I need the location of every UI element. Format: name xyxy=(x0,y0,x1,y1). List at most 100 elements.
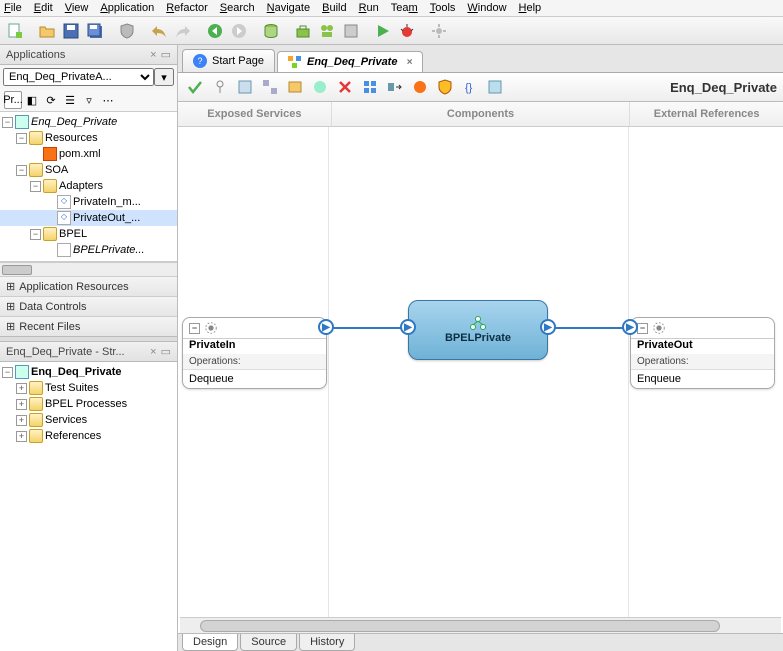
et-icon-10[interactable] xyxy=(434,76,456,98)
validate-icon[interactable] xyxy=(184,76,206,98)
settings-icon[interactable] xyxy=(428,20,450,42)
lane-exposed: Exposed Services xyxy=(178,102,332,126)
et-icon-11[interactable]: {} xyxy=(459,76,481,98)
bottom-tab-history[interactable]: History xyxy=(299,634,355,651)
struct-references[interactable]: +References xyxy=(0,428,177,444)
privateout-op: Enqueue xyxy=(631,370,774,388)
et-icon-3[interactable] xyxy=(259,76,281,98)
menu-tools[interactable]: Tools xyxy=(430,2,456,14)
menu-bar: File Edit View Application Refactor Sear… xyxy=(0,0,783,17)
mt-refresh-icon[interactable]: ⟳ xyxy=(42,91,60,109)
panel-restore-icon[interactable]: ▭ xyxy=(161,48,171,61)
tab-enq-deq-private[interactable]: Enq_Deq_Private × xyxy=(277,51,423,72)
tab-close-icon[interactable]: × xyxy=(406,57,412,68)
tree-hscroll[interactable] xyxy=(0,262,177,276)
tree-privatein[interactable]: ◇PrivateIn_m... xyxy=(0,194,177,210)
reference-privateout[interactable]: − PrivateOut Operations: Enqueue xyxy=(630,317,775,389)
mt-icon-5[interactable]: ⋯ xyxy=(99,91,117,109)
undo-button[interactable] xyxy=(148,20,170,42)
port-bpel-in[interactable]: ▶ xyxy=(400,319,416,335)
et-icon-9[interactable] xyxy=(409,76,431,98)
struct-root[interactable]: −Enq_Deq_Private xyxy=(0,364,177,380)
component-bpelprivate[interactable]: BPELPrivate xyxy=(408,300,548,360)
tree-root[interactable]: −Enq_Deq_Private xyxy=(0,114,177,130)
left-dock: Applications × ▭ Enq_Deq_PrivateA... ▾ P… xyxy=(0,45,178,651)
application-selector[interactable]: Enq_Deq_PrivateA... xyxy=(3,68,154,86)
panel-close-icon[interactable]: × xyxy=(150,49,156,61)
debug-button[interactable] xyxy=(396,20,418,42)
lane-external: External References xyxy=(630,102,783,126)
accordion-recent-files[interactable]: ⊞Recent Files xyxy=(0,316,177,336)
menu-view[interactable]: View xyxy=(65,2,89,14)
menu-refactor[interactable]: Refactor xyxy=(166,2,208,14)
applications-panel-title: Applications × ▭ xyxy=(0,45,177,65)
mt-icon-1[interactable]: ◧ xyxy=(23,91,41,109)
tree-adapters[interactable]: −Adapters xyxy=(0,178,177,194)
mt-icon-3[interactable]: ☰ xyxy=(61,91,79,109)
tree-privateout[interactable]: ◇PrivateOut_... xyxy=(0,210,177,226)
et-icon-4[interactable] xyxy=(284,76,306,98)
struct-close-icon[interactable]: × xyxy=(150,346,156,358)
service-privatein[interactable]: − PrivateIn Operations: Dequeue xyxy=(182,317,327,389)
accordion-data-controls[interactable]: ⊞Data Controls xyxy=(0,296,177,316)
et-icon-7[interactable] xyxy=(359,76,381,98)
et-icon-5[interactable] xyxy=(309,76,331,98)
canvas-hscroll[interactable] xyxy=(180,617,781,633)
bottom-tab-design[interactable]: Design xyxy=(182,634,238,651)
menu-window[interactable]: Window xyxy=(467,2,506,14)
et-icon-2[interactable] xyxy=(234,76,256,98)
menu-team[interactable]: Team xyxy=(391,2,418,14)
port-privateout-in[interactable]: ▶ xyxy=(622,319,638,335)
tool3-icon[interactable] xyxy=(340,20,362,42)
tree-bpel-folder[interactable]: −BPEL xyxy=(0,226,177,242)
db-icon[interactable] xyxy=(260,20,282,42)
run-button[interactable] xyxy=(372,20,394,42)
bottom-tab-source[interactable]: Source xyxy=(240,634,297,651)
back-button[interactable] xyxy=(204,20,226,42)
et-icon-1[interactable] xyxy=(209,76,231,98)
open-button[interactable] xyxy=(36,20,58,42)
accordion-app-resources[interactable]: ⊞Application Resources xyxy=(0,276,177,296)
struct-test-suites[interactable]: +Test Suites xyxy=(0,380,177,396)
tree-resources[interactable]: −Resources xyxy=(0,130,177,146)
menu-help[interactable]: Help xyxy=(519,2,542,14)
applications-label: Applications xyxy=(6,49,65,61)
menu-run[interactable]: Run xyxy=(359,2,379,14)
tab-start-page[interactable]: ? Start Page xyxy=(182,49,275,72)
tree-pom[interactable]: pom.xml xyxy=(0,146,177,162)
tool2-icon[interactable] xyxy=(316,20,338,42)
svg-text:{}: {} xyxy=(465,82,473,94)
menu-build[interactable]: Build xyxy=(322,2,346,14)
menu-application[interactable]: Application xyxy=(100,2,154,14)
port-privatein-out[interactable]: ▶ xyxy=(318,319,334,335)
menu-navigate[interactable]: Navigate xyxy=(267,2,310,14)
composite-canvas[interactable]: − PrivateIn Operations: Dequeue ▶ BPELPr… xyxy=(178,127,783,617)
struct-bpel-processes[interactable]: +BPEL Processes xyxy=(0,396,177,412)
menu-search[interactable]: Search xyxy=(220,2,255,14)
app-menu-button[interactable]: ▾ xyxy=(154,68,174,86)
forward-button[interactable] xyxy=(228,20,250,42)
project-tree[interactable]: −Enq_Deq_Private −Resources pom.xml −SOA… xyxy=(0,112,177,262)
structure-tree[interactable]: −Enq_Deq_Private +Test Suites +BPEL Proc… xyxy=(0,362,177,651)
port-bpel-out[interactable]: ▶ xyxy=(540,319,556,335)
shield-icon[interactable] xyxy=(116,20,138,42)
et-icon-12[interactable] xyxy=(484,76,506,98)
save-button[interactable] xyxy=(60,20,82,42)
menu-edit[interactable]: Edit xyxy=(34,2,53,14)
tree-soa[interactable]: −SOA xyxy=(0,162,177,178)
new-button[interactable] xyxy=(4,20,26,42)
struct-services[interactable]: +Services xyxy=(0,412,177,428)
menu-file[interactable]: File xyxy=(4,2,22,14)
save-all-button[interactable] xyxy=(84,20,106,42)
mt-filter-icon[interactable]: ▿ xyxy=(80,91,98,109)
et-icon-8[interactable] xyxy=(384,76,406,98)
tool1-icon[interactable] xyxy=(292,20,314,42)
projects-mini-toolbar: Pr... ◧ ⟳ ☰ ▿ ⋯ xyxy=(0,89,177,112)
redo-button[interactable] xyxy=(172,20,194,42)
editor-bottom-tabs: Design Source History xyxy=(178,633,783,651)
et-delete-icon[interactable] xyxy=(334,76,356,98)
struct-restore-icon[interactable]: ▭ xyxy=(161,345,171,358)
tree-bpelprivate[interactable]: BPELPrivate... xyxy=(0,242,177,258)
editor-tabs: ? Start Page Enq_Deq_Private × xyxy=(178,45,783,73)
projects-tab[interactable]: Pr... xyxy=(4,91,22,109)
